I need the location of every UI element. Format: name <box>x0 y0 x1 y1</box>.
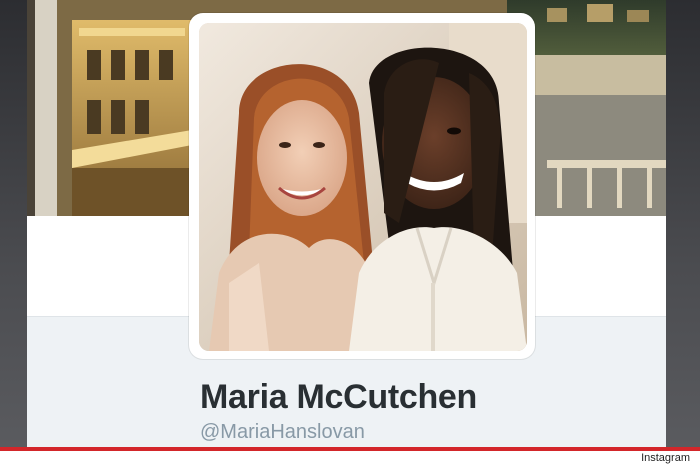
screenshot-stage: Maria McCutchen @MariaHanslovan Instagra… <box>0 0 700 470</box>
profile-photo-icon <box>199 23 527 351</box>
source-credit: Instagram <box>641 452 690 464</box>
profile-name[interactable]: Maria McCutchen <box>200 378 477 417</box>
right-margin <box>666 0 700 447</box>
footer <box>0 451 700 470</box>
profile-handle[interactable]: @MariaHanslovan <box>200 421 365 444</box>
left-margin <box>0 0 27 447</box>
avatar[interactable] <box>199 23 527 351</box>
